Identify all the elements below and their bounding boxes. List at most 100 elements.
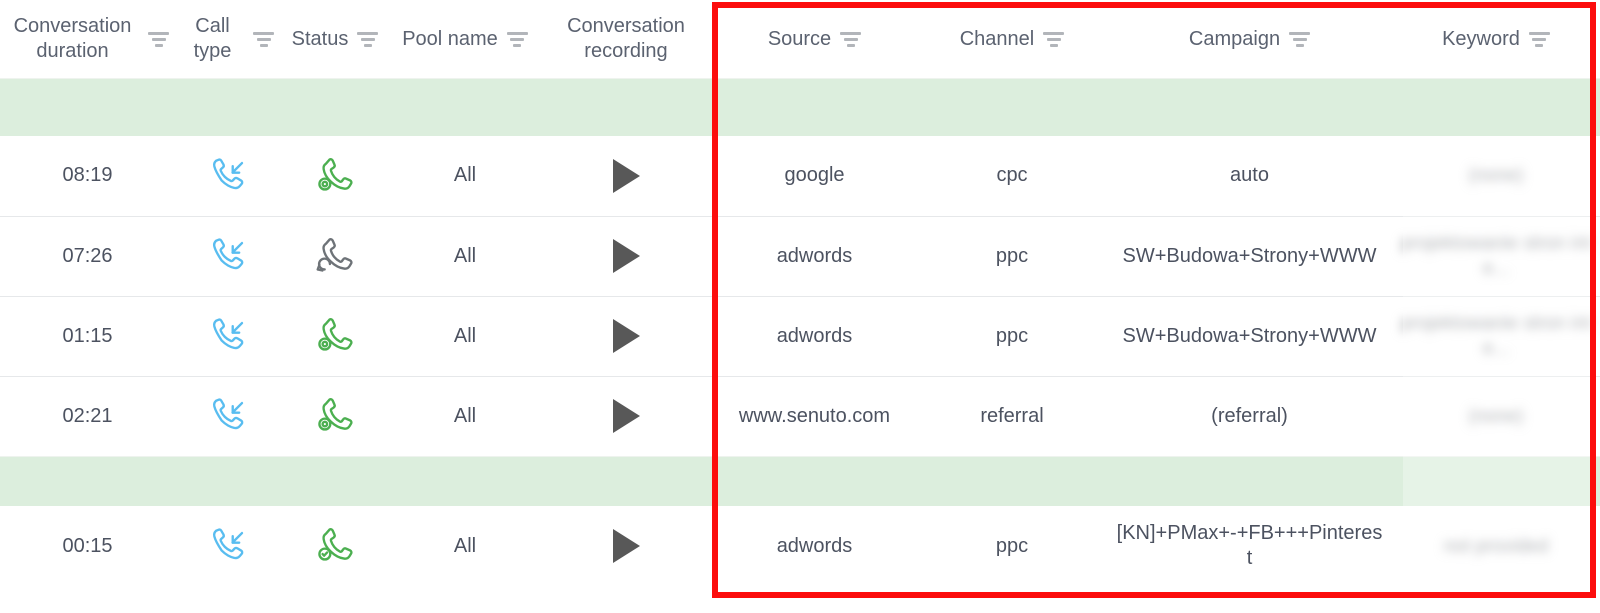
cell-channel: referral (917, 375, 1107, 456)
table-body: 08:19 All google cpc auto (none) 07:26 A… (0, 77, 1600, 586)
incoming-call-icon (183, 395, 272, 437)
call-tracking-table-screen: Conversation duration Call type Status P… (0, 0, 1600, 613)
cell-status (280, 375, 390, 456)
column-header-label: Pool name (402, 27, 498, 50)
cell-call-type (175, 215, 280, 296)
table-row[interactable]: 00:15 All adwords ppc [KN]+PMax+-+FB+++P… (0, 506, 1600, 586)
filter-icon[interactable] (840, 30, 862, 48)
filter-icon[interactable] (1289, 30, 1311, 48)
group-separator-cell (0, 77, 1600, 136)
keyword-value-redacted: (none) (1468, 405, 1524, 427)
table-row[interactable]: 01:15 All adwords ppc SW+Budowa+Strony+W… (0, 295, 1600, 376)
call-returned-icon (288, 235, 382, 277)
keyword-value-redacted: projektowanie stron inte... (1400, 233, 1592, 279)
filter-icon[interactable] (253, 30, 274, 48)
incoming-call-icon (183, 155, 272, 197)
filter-icon[interactable] (148, 30, 169, 48)
cell-channel: ppc (917, 295, 1107, 376)
cell-recording[interactable] (540, 215, 712, 296)
cell-source: adwords (712, 506, 917, 586)
cell-channel: ppc (917, 506, 1107, 586)
header-row: Conversation duration Call type Status P… (0, 0, 1600, 78)
cell-status (280, 295, 390, 376)
group-separator-row (0, 455, 1600, 506)
column-header-label: Source (767, 27, 832, 50)
cell-campaign: auto (1107, 136, 1392, 216)
column-call-type[interactable]: Call type (175, 0, 280, 78)
cell-campaign: [KN]+PMax+-+FB+++Pinterest (1107, 506, 1392, 586)
cell-campaign: (referral) (1107, 375, 1392, 456)
cell-recording[interactable] (540, 295, 712, 376)
column-status[interactable]: Status (280, 0, 390, 78)
call-answered-check-icon (288, 525, 382, 567)
column-keyword[interactable]: Keyword (1392, 0, 1600, 78)
play-icon[interactable] (612, 529, 640, 563)
cell-keyword: (none) (1392, 375, 1600, 456)
filter-icon[interactable] (1043, 30, 1065, 48)
incoming-call-icon (183, 525, 272, 567)
cell-pool-name: All (390, 215, 540, 296)
filter-icon[interactable] (1528, 30, 1550, 48)
play-icon[interactable] (612, 158, 640, 193)
table-row[interactable]: 02:21 All www.senuto.com referral (refer… (0, 375, 1600, 456)
keyword-value-redacted: not provided (1443, 535, 1549, 557)
cell-duration: 07:26 (0, 215, 175, 296)
column-header-label: Campaign (1188, 27, 1281, 50)
cell-pool-name: All (390, 136, 540, 216)
column-conversation-recording[interactable]: Conversation recording (540, 0, 712, 78)
calls-table: Conversation duration Call type Status P… (0, 0, 1600, 586)
keyword-value-redacted: projektowanie stron inte... (1400, 313, 1592, 359)
cell-duration: 00:15 (0, 506, 175, 586)
cell-status (280, 136, 390, 216)
cell-keyword: projektowanie stron inte... (1392, 215, 1600, 296)
column-header-label: Keyword (1442, 27, 1520, 50)
filter-icon[interactable] (506, 30, 528, 48)
cell-call-type (175, 375, 280, 456)
cell-channel: ppc (917, 215, 1107, 296)
cell-pool-name: All (390, 506, 540, 586)
keyword-value-redacted: (none) (1468, 165, 1524, 187)
column-pool-name[interactable]: Pool name (390, 0, 540, 78)
cell-campaign: SW+Budowa+Strony+WWW (1107, 295, 1392, 376)
group-separator-row (0, 77, 1600, 136)
column-source[interactable]: Source (712, 0, 917, 78)
column-header-label: Status (291, 27, 349, 50)
table-row[interactable]: 08:19 All google cpc auto (none) (0, 136, 1600, 216)
column-channel[interactable]: Channel (917, 0, 1107, 78)
cell-duration: 01:15 (0, 295, 175, 376)
cell-call-type (175, 295, 280, 376)
filter-icon[interactable] (357, 30, 379, 48)
column-conversation-duration[interactable]: Conversation duration (0, 0, 175, 78)
cell-recording[interactable] (540, 136, 712, 216)
cell-call-type (175, 136, 280, 216)
call-missed-target-icon (288, 395, 382, 437)
cell-call-type (175, 506, 280, 586)
column-campaign[interactable]: Campaign (1107, 0, 1392, 78)
cell-keyword: not provided (1392, 506, 1600, 586)
cell-status (280, 506, 390, 586)
cell-recording[interactable] (540, 506, 712, 586)
incoming-call-icon (183, 235, 272, 277)
column-header-label: Call type (193, 15, 232, 62)
column-header-label: Conversation duration (13, 15, 132, 62)
cell-source: www.senuto.com (712, 375, 917, 456)
play-icon[interactable] (612, 399, 640, 433)
cell-duration: 02:21 (0, 375, 175, 456)
table-header: Conversation duration Call type Status P… (0, 0, 1600, 78)
cell-campaign: SW+Budowa+Strony+WWW (1107, 215, 1392, 296)
play-icon[interactable] (612, 239, 640, 273)
play-icon[interactable] (612, 319, 640, 353)
cell-pool-name: All (390, 295, 540, 376)
cell-recording[interactable] (540, 375, 712, 456)
cell-source: adwords (712, 215, 917, 296)
cell-status (280, 215, 390, 296)
call-missed-target-icon (288, 155, 382, 197)
cell-source: google (712, 136, 917, 216)
cell-pool-name: All (390, 375, 540, 456)
table-row[interactable]: 07:26 All adwords ppc SW+Budowa+Strony+W… (0, 215, 1600, 296)
column-header-label: Channel (959, 27, 1035, 50)
call-missed-target-icon (288, 315, 382, 357)
cell-keyword: (none) (1392, 136, 1600, 216)
cell-keyword: projektowanie stron inte... (1392, 295, 1600, 376)
cell-source: adwords (712, 295, 917, 376)
